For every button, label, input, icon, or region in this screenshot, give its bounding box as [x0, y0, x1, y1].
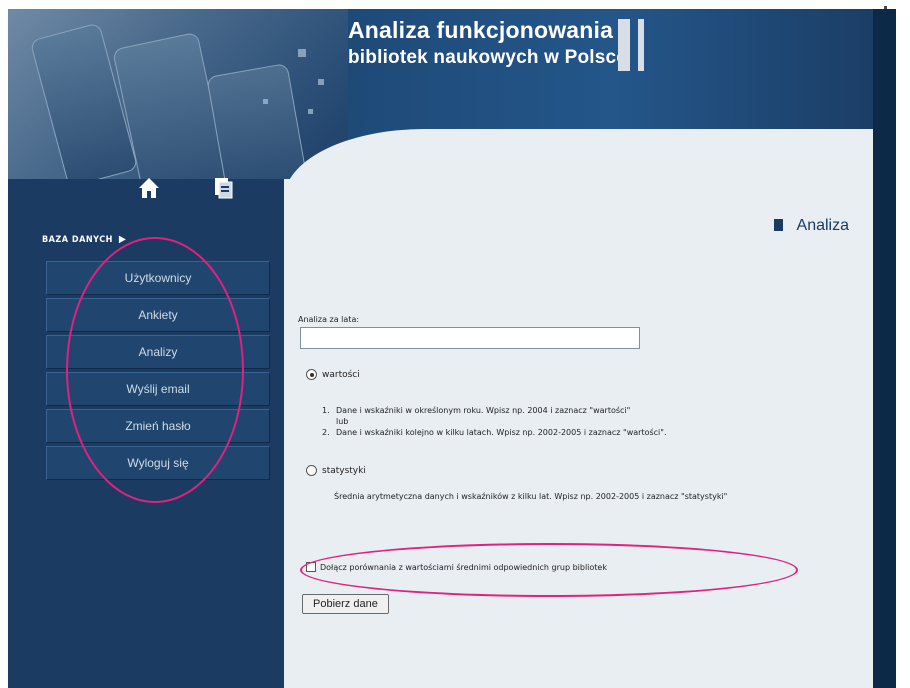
arrow-right-icon: ▶ — [118, 234, 127, 245]
app-frame: Analiza funkcjonowania bibliotek naukowy… — [8, 9, 896, 688]
values-instructions: 1. Dane i wskaźniki w określonym roku. W… — [322, 405, 862, 438]
home-icon[interactable] — [138, 177, 160, 199]
years-label: Analiza za lata: — [298, 315, 360, 324]
right-edge-strip — [873, 9, 896, 688]
sidebar-item-change-password[interactable]: Zmień hasło — [46, 409, 270, 443]
radio-statistics[interactable]: statystyki — [306, 465, 366, 476]
instruction-text: Dane i wskaźniki w określonym roku. Wpis… — [336, 406, 631, 415]
sidebar-menu: Użytkownicy Ankiety Analizy Wyślij email… — [46, 261, 270, 483]
years-input[interactable] — [300, 327, 640, 349]
corner-dot — [884, 6, 887, 9]
square-marker-icon — [773, 219, 783, 231]
section-label-text: BAZA DANYCH — [42, 235, 113, 245]
compare-checkbox-row[interactable]: Dołącz porównania z wartościami średnimi… — [306, 562, 607, 572]
instruction-item: 2. Dane i wskaźniki kolejno w kilku lata… — [322, 427, 862, 438]
main-content: Analiza Analiza za lata: wartości 1. Dan… — [284, 179, 873, 688]
database-section-label: BAZA DANYCH ▶ — [42, 234, 126, 245]
sidebar-item-surveys[interactable]: Ankiety — [46, 298, 270, 332]
sidebar-item-logout[interactable]: Wyloguj się — [46, 446, 270, 480]
site-title: Analiza funkcjonowania bibliotek naukowy… — [348, 17, 627, 71]
page-title-text: Analiza — [796, 217, 849, 234]
sidebar-item-send-email[interactable]: Wyślij email — [46, 372, 270, 406]
submit-button[interactable]: Pobierz dane — [302, 594, 389, 614]
sidebar-item-analyses[interactable]: Analizy — [46, 335, 270, 369]
instruction-item: 1. Dane i wskaźniki w określonym roku. W… — [322, 405, 862, 416]
or-text: lub — [336, 417, 349, 426]
radio-values-button[interactable] — [306, 369, 317, 380]
page-title: Analiza — [773, 217, 849, 235]
site-title-line2: bibliotek naukowych w Polsce — [348, 47, 628, 68]
radio-values[interactable]: wartości — [306, 369, 360, 380]
compare-checkbox-label: Dołącz porównania z wartościami średnimi… — [320, 562, 607, 572]
instruction-text: Dane i wskaźniki kolejno w kilku latach.… — [336, 428, 667, 437]
sidebar-item-users[interactable]: Użytkownicy — [46, 261, 270, 295]
instruction-number: 2. — [322, 428, 330, 437]
radio-statistics-button[interactable] — [306, 465, 317, 476]
radio-values-label: wartości — [322, 369, 360, 380]
nav-icons — [128, 177, 248, 201]
site-title-line1: Analiza funkcjonowania — [348, 17, 614, 43]
instruction-number: 1. — [322, 406, 330, 415]
statistics-description: Średnia arytmetyczna danych i wskaźników… — [334, 492, 728, 501]
sidebar: BAZA DANYCH ▶ Użytkownicy Ankiety Analizy… — [8, 177, 284, 688]
document-icon[interactable] — [213, 177, 233, 199]
compare-checkbox[interactable] — [306, 562, 316, 572]
radio-statistics-label: statystyki — [322, 465, 366, 476]
